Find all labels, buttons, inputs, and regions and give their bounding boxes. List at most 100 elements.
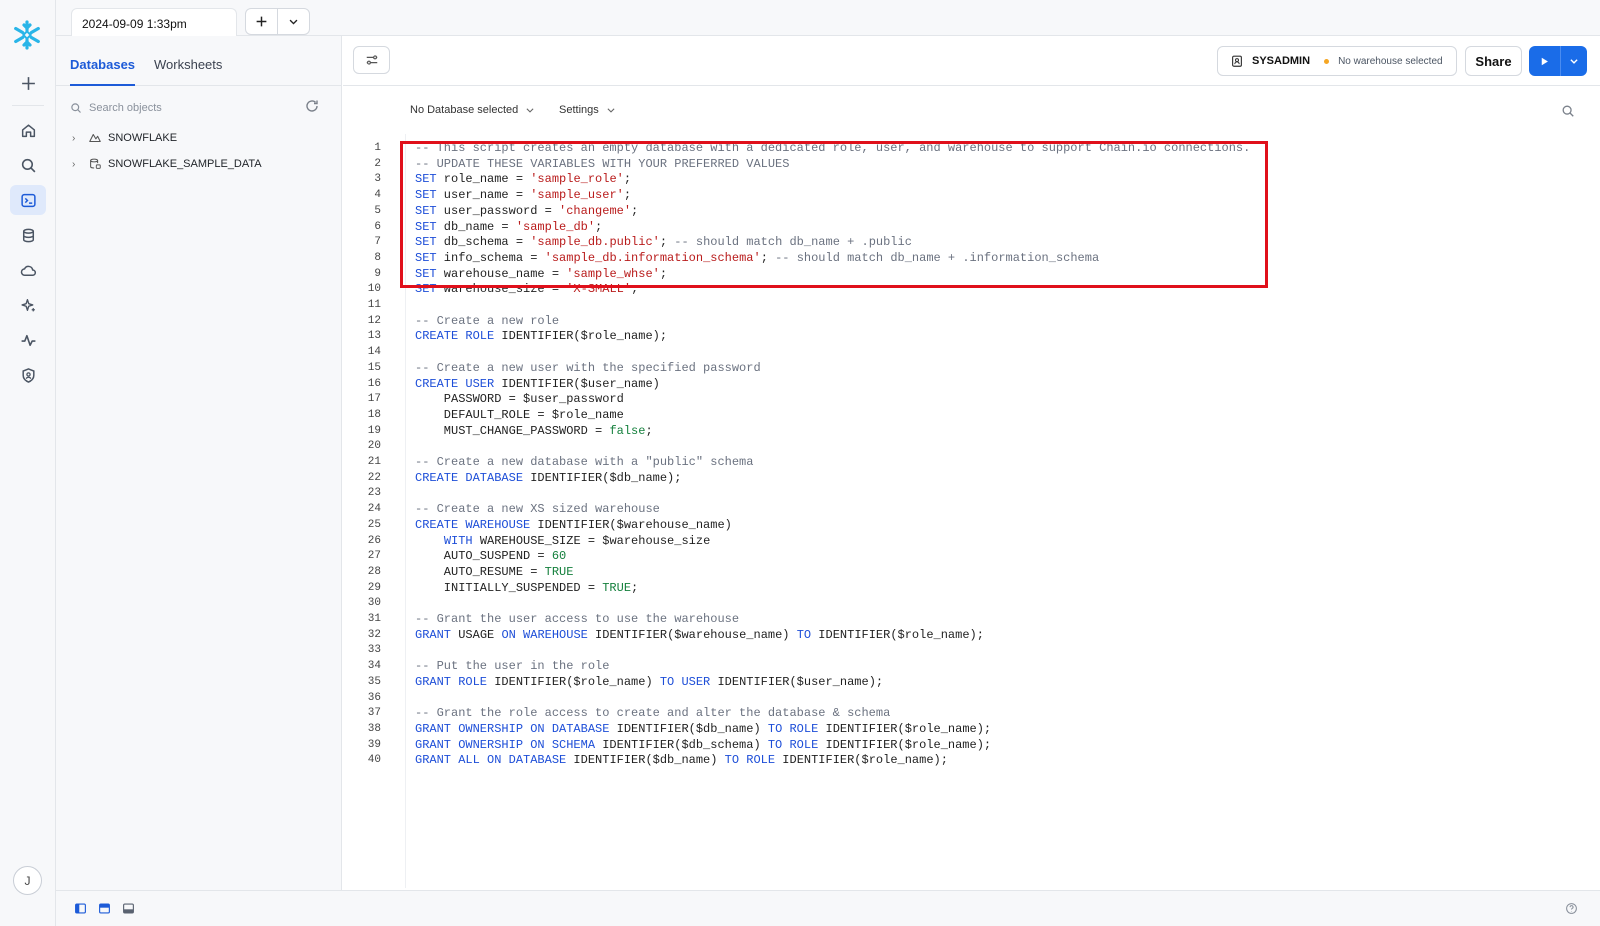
tab-worksheets[interactable]: Worksheets xyxy=(154,57,222,72)
ai-nav-button[interactable] xyxy=(10,290,46,320)
code-line[interactable]: 25 CREATE WAREHOUSE IDENTIFIER($warehouse… xyxy=(343,517,1593,533)
code-line[interactable]: 30 xyxy=(343,595,1593,611)
database-icon xyxy=(22,228,34,242)
sparkle-icon xyxy=(20,298,35,311)
home-icon xyxy=(21,123,35,137)
code-text: AUTO_RESUME = TRUE xyxy=(415,564,574,579)
line-number: 37 xyxy=(367,707,381,720)
run-button[interactable] xyxy=(1529,46,1561,76)
database-tree-item[interactable]: › SNOWFLAKE_SAMPLE_DATA xyxy=(72,154,262,174)
code-text: GRANT OWNERSHIP ON SCHEMA IDENTIFIER($db… xyxy=(415,737,992,752)
code-text: MUST_CHANGE_PASSWORD = false; xyxy=(415,423,653,438)
code-line[interactable]: 12 -- Create a new role xyxy=(343,313,1593,329)
line-number: 28 xyxy=(367,565,381,578)
code-line[interactable]: 19 MUST_CHANGE_PASSWORD = false; xyxy=(343,423,1593,439)
code-line[interactable]: 20 xyxy=(343,438,1593,454)
code-line[interactable]: 15 -- Create a new user with the specifie… xyxy=(343,360,1593,376)
run-options-button[interactable] xyxy=(1561,46,1587,76)
code-line[interactable]: 40 GRANT ALL ON DATABASE IDENTIFIER($db_n… xyxy=(343,752,1593,768)
line-number: 22 xyxy=(367,471,381,484)
line-number: 26 xyxy=(367,534,381,547)
toggle-panel-button[interactable] xyxy=(353,46,390,74)
code-line[interactable]: 26 WITH WAREHOUSE_SIZE = $warehouse_size xyxy=(343,533,1593,549)
object-browser-tabs: Databases Worksheets xyxy=(56,36,342,86)
line-number: 6 xyxy=(374,220,381,233)
database-selector-label: No Database selected xyxy=(410,104,519,116)
line-number: 18 xyxy=(367,408,381,421)
monitoring-nav-button[interactable] xyxy=(10,325,46,355)
chevron-right-icon[interactable]: › xyxy=(72,133,82,144)
database-name: SNOWFLAKE xyxy=(108,132,178,144)
create-button[interactable] xyxy=(10,68,46,98)
warehouse-status-dot xyxy=(1324,58,1330,64)
database-selector[interactable]: No Database selected xyxy=(410,104,535,116)
code-line[interactable]: 17 PASSWORD = $user_password xyxy=(343,391,1593,407)
bottom-panel-toggle-icon[interactable] xyxy=(122,902,135,915)
cloud-icon xyxy=(20,265,36,276)
left-panel-toggle-icon[interactable] xyxy=(74,902,87,915)
share-button[interactable]: Share xyxy=(1465,46,1522,76)
code-line[interactable]: 29 INITIALLY_SUSPENDED = TRUE; xyxy=(343,580,1593,596)
search-nav-button[interactable] xyxy=(10,150,46,180)
code-line[interactable]: 32 GRANT USAGE ON WAREHOUSE IDENTIFIER($w… xyxy=(343,627,1593,643)
code-line[interactable]: 24 -- Create a new XS sized warehouse xyxy=(343,501,1593,517)
code-line[interactable]: 11 xyxy=(343,297,1593,313)
code-line[interactable]: 13 CREATE ROLE IDENTIFIER($role_name); xyxy=(343,328,1593,344)
snowflake-db-icon xyxy=(89,133,101,143)
settings-dropdown[interactable]: Settings xyxy=(559,104,616,116)
worksheet-tab[interactable]: 2024-09-09 1:33pm xyxy=(71,8,237,36)
code-text: GRANT USAGE ON WAREHOUSE IDENTIFIER($war… xyxy=(415,627,984,642)
snowflake-logo-icon[interactable] xyxy=(11,19,43,51)
line-number: 4 xyxy=(374,189,381,202)
home-button[interactable] xyxy=(10,115,46,145)
user-avatar[interactable]: J xyxy=(13,866,42,895)
code-line[interactable]: 38 GRANT OWNERSHIP ON DATABASE IDENTIFIER… xyxy=(343,721,1593,737)
code-line[interactable]: 18 DEFAULT_ROLE = $role_name xyxy=(343,407,1593,423)
line-number: 24 xyxy=(367,503,381,516)
code-text: -- Put the user in the role xyxy=(415,659,610,674)
code-line[interactable]: 14 xyxy=(343,344,1593,360)
chevron-down-icon xyxy=(289,19,298,25)
refresh-icon[interactable] xyxy=(304,98,320,114)
line-number: 21 xyxy=(367,456,381,468)
code-text: CREATE WAREHOUSE IDENTIFIER($warehouse_n… xyxy=(415,517,732,532)
code-line[interactable]: 21 -- Create a new database with a "publi… xyxy=(343,454,1593,470)
line-number: 40 xyxy=(367,754,381,767)
code-line[interactable]: 36 xyxy=(343,690,1593,706)
worksheets-nav-button[interactable] xyxy=(10,185,46,215)
line-number: 36 xyxy=(367,691,381,704)
role-warehouse-selector[interactable]: SYSADMIN No warehouse selected xyxy=(1217,46,1457,76)
find-icon[interactable] xyxy=(1561,104,1575,118)
database-tree-item[interactable]: › SNOWFLAKE xyxy=(72,128,177,148)
code-line[interactable]: 28 AUTO_RESUME = TRUE xyxy=(343,564,1593,580)
code-text: CREATE ROLE IDENTIFIER($role_name); xyxy=(415,329,668,344)
code-line[interactable]: 37 -- Grant the role access to create and… xyxy=(343,705,1593,721)
code-line[interactable]: 34 -- Put the user in the role xyxy=(343,658,1593,674)
line-number: 11 xyxy=(367,299,381,311)
line-number: 39 xyxy=(367,738,381,751)
top-panel-toggle-icon[interactable] xyxy=(98,902,111,915)
code-text: INITIALLY_SUSPENDED = TRUE; xyxy=(415,580,639,595)
chevron-right-icon[interactable]: › xyxy=(72,159,82,170)
code-text: AUTO_SUSPEND = 60 xyxy=(415,549,567,564)
code-line[interactable]: 33 xyxy=(343,642,1593,658)
search-objects-input[interactable]: Search objects xyxy=(70,98,310,118)
cloud-nav-button[interactable] xyxy=(10,255,46,285)
code-line[interactable]: 22 CREATE DATABASE IDENTIFIER($db_name); xyxy=(343,470,1593,486)
code-line[interactable]: 31 -- Grant the user access to use the wa… xyxy=(343,611,1593,627)
code-line[interactable]: 23 xyxy=(343,485,1593,501)
worksheet-tab-bar: 2024-09-09 1:33pm xyxy=(56,0,1600,36)
help-icon[interactable] xyxy=(1565,902,1578,915)
run-button-group xyxy=(1529,46,1587,76)
tab-databases[interactable]: Databases xyxy=(70,57,136,86)
code-line[interactable]: 27 AUTO_SUSPEND = 60 xyxy=(343,548,1593,564)
line-number: 19 xyxy=(367,424,381,437)
code-line[interactable]: 39 GRANT OWNERSHIP ON SCHEMA IDENTIFIER($… xyxy=(343,737,1593,753)
worksheet-menu-button[interactable] xyxy=(277,8,310,35)
code-line[interactable]: 16 CREATE USER IDENTIFIER($user_name) xyxy=(343,376,1593,392)
admin-nav-button[interactable] xyxy=(10,360,46,390)
chevron-down-icon xyxy=(607,108,615,113)
new-worksheet-button[interactable] xyxy=(245,8,278,35)
data-nav-button[interactable] xyxy=(10,220,46,250)
code-line[interactable]: 35 GRANT ROLE IDENTIFIER($role_name) TO U… xyxy=(343,674,1593,690)
